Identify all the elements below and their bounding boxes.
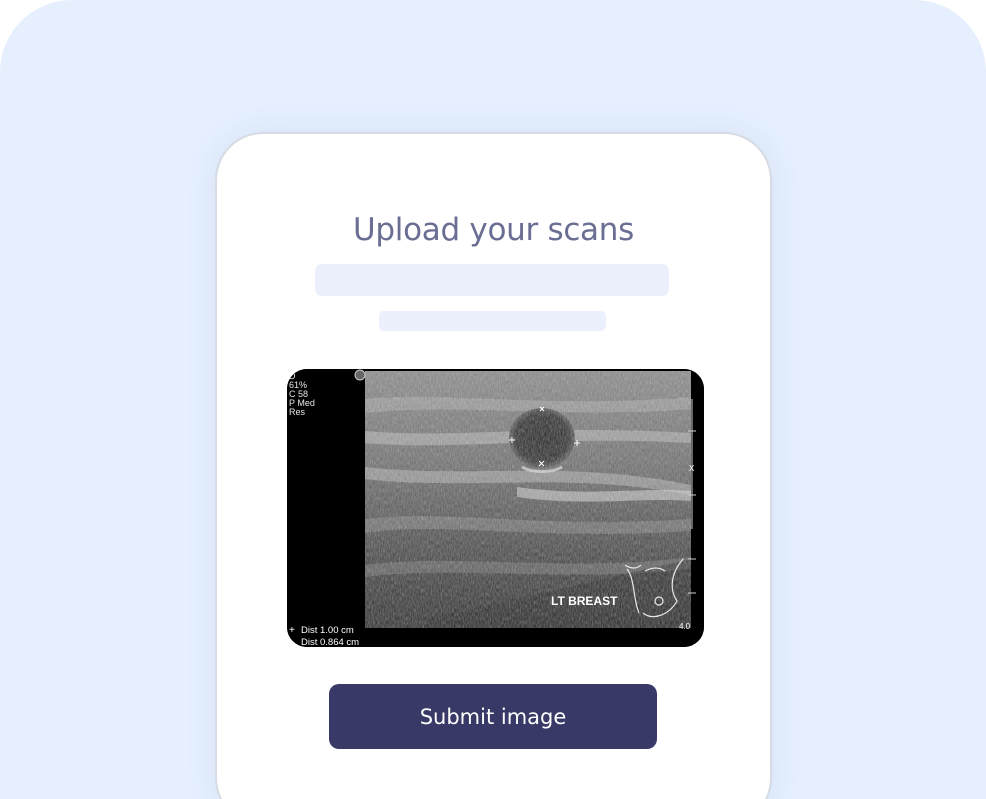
scale-marker: X [689, 464, 695, 473]
page-background: Upload your scans D 61% C 58 P Med Res L… [0, 0, 986, 799]
upload-card: Upload your scans D 61% C 58 P Med Res L… [215, 132, 772, 799]
distance-readout-1: Dist 1.00 cm [301, 625, 354, 636]
submit-image-button[interactable]: Submit image [329, 684, 657, 749]
ultrasound-field [365, 371, 691, 628]
page-title: Upload your scans [353, 212, 634, 248]
plus-icon: + [289, 625, 295, 636]
depth-readout: 4.0 [679, 622, 691, 631]
text-placeholder-line [315, 264, 669, 296]
text-placeholder-line [379, 311, 606, 331]
distance-readout-2: Dist 0.864 cm [301, 637, 359, 647]
probe-orientation-icon [354, 369, 366, 381]
ultrasound-image[interactable]: D 61% C 58 P Med Res LT BREAST X 4.0 + D… [287, 369, 704, 647]
scan-label: LT BREAST [551, 594, 618, 608]
scan-setting: Res [289, 407, 306, 417]
